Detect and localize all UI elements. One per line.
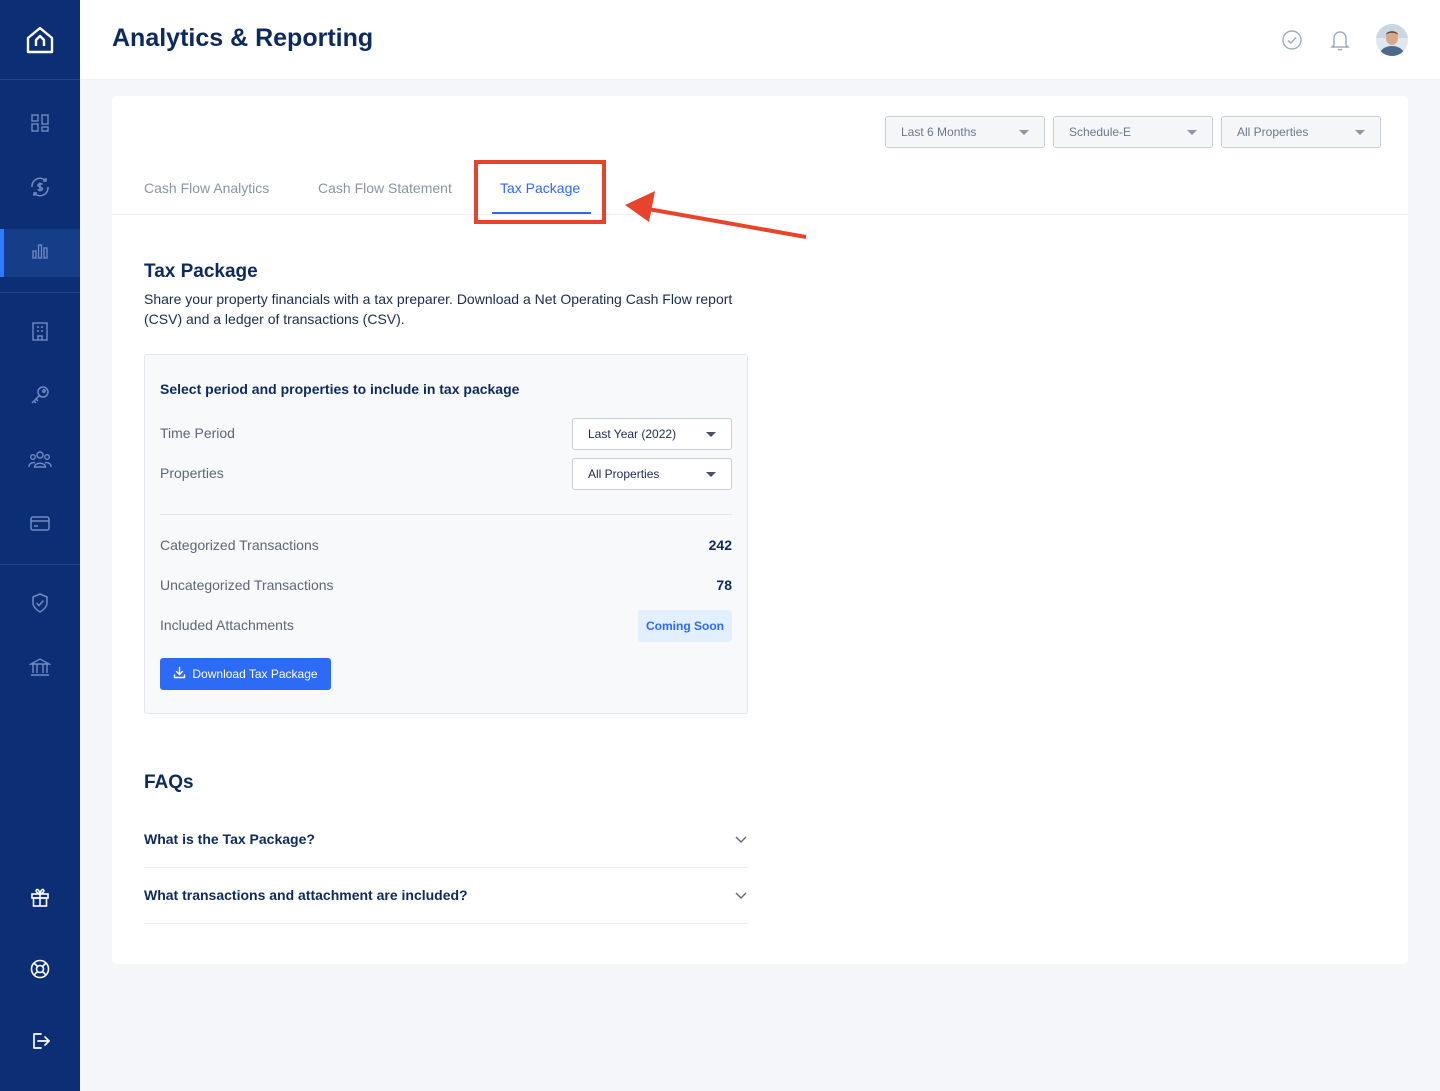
- sidebar: [0, 0, 80, 1091]
- page-title: Analytics & Reporting: [112, 24, 374, 52]
- chevron-down-icon: [734, 888, 748, 907]
- time-period-select[interactable]: Last Year (2022): [572, 418, 732, 450]
- home-logo-icon[interactable]: [0, 0, 80, 80]
- caret-down-icon: [1187, 129, 1197, 135]
- uncategorized-transactions-count: 78: [716, 577, 732, 593]
- panel-title: Select period and properties to include …: [160, 381, 520, 397]
- sidebar-item-banking[interactable]: [0, 645, 80, 693]
- tab-cash-flow-analytics[interactable]: Cash Flow Analytics: [144, 180, 269, 196]
- panel-divider: [160, 514, 732, 515]
- download-button-label: Download Tax Package: [192, 667, 318, 681]
- categorized-transactions-count: 242: [708, 537, 732, 553]
- analytics-icon: [31, 242, 49, 265]
- annotation-highlight-box: [474, 160, 606, 224]
- tasks-check-icon[interactable]: [1280, 28, 1304, 52]
- properties-label: Properties: [160, 465, 224, 481]
- credit-card-icon: [29, 514, 51, 537]
- download-icon: [173, 666, 186, 682]
- faq-item[interactable]: What is the Tax Package?: [144, 812, 748, 868]
- download-tax-package-button[interactable]: Download Tax Package: [160, 658, 331, 690]
- faq-title: FAQs: [144, 772, 194, 793]
- sidebar-item-tenants[interactable]: [0, 437, 80, 485]
- logout-icon: [29, 1030, 51, 1057]
- faq-question: What transactions and attachment are inc…: [144, 887, 468, 903]
- caret-down-icon: [1019, 129, 1029, 135]
- dashboard-icon: [31, 113, 49, 137]
- help-icon: [29, 958, 51, 985]
- sidebar-item-leasing[interactable]: [0, 373, 80, 421]
- properties-filter-value: All Properties: [1237, 125, 1309, 139]
- categorized-transactions-label: Categorized Transactions: [160, 537, 319, 553]
- annotation-arrow-icon: [625, 191, 807, 239]
- coming-soon-badge: Coming Soon: [638, 610, 732, 642]
- sidebar-item-logout[interactable]: [0, 1019, 80, 1067]
- sidebar-item-help[interactable]: [0, 947, 80, 995]
- sidebar-item-properties[interactable]: [0, 309, 80, 357]
- sidebar-item-insurance[interactable]: [0, 581, 80, 629]
- notification-bell-icon[interactable]: [1328, 28, 1352, 52]
- bank-icon: [28, 656, 52, 683]
- faq-question: What is the Tax Package?: [144, 831, 315, 847]
- sidebar-divider: [0, 292, 80, 293]
- key-icon: [29, 384, 51, 411]
- period-filter-value: Last 6 Months: [901, 125, 977, 139]
- sidebar-item-cash-flow[interactable]: [0, 165, 80, 213]
- sidebar-item-referrals[interactable]: [0, 875, 80, 923]
- section-title: Tax Package: [144, 261, 258, 282]
- tab-cash-flow-statement[interactable]: Cash Flow Statement: [318, 180, 452, 196]
- properties-value: All Properties: [588, 467, 660, 481]
- properties-filter-select[interactable]: All Properties: [1221, 116, 1381, 148]
- schedule-filter-value: Schedule-E: [1069, 125, 1132, 139]
- section-description: Share your property financials with a ta…: [144, 291, 733, 327]
- user-avatar[interactable]: [1376, 24, 1408, 56]
- time-period-label: Time Period: [160, 425, 235, 441]
- caret-down-icon: [706, 471, 716, 477]
- period-filter-select[interactable]: Last 6 Months: [885, 116, 1045, 148]
- sidebar-divider: [0, 564, 80, 565]
- gift-icon: [29, 886, 51, 913]
- time-period-value: Last Year (2022): [588, 427, 677, 441]
- chevron-down-icon: [734, 832, 748, 851]
- tax-package-panel: Select period and properties to include …: [144, 354, 748, 714]
- caret-down-icon: [706, 431, 716, 437]
- shield-icon: [30, 592, 50, 619]
- sidebar-item-payments[interactable]: [0, 501, 80, 549]
- top-header: Analytics & Reporting: [80, 0, 1440, 80]
- sidebar-item-dashboard[interactable]: [0, 101, 80, 149]
- faq-item[interactable]: What transactions and attachment are inc…: [144, 868, 748, 924]
- cash-flow-icon: [29, 176, 51, 203]
- content-card: Last 6 Months Schedule-E All Properties …: [112, 96, 1408, 964]
- sidebar-item-analytics[interactable]: [0, 229, 80, 277]
- building-icon: [30, 321, 50, 346]
- schedule-filter-select[interactable]: Schedule-E: [1053, 116, 1213, 148]
- uncategorized-transactions-label: Uncategorized Transactions: [160, 577, 334, 593]
- caret-down-icon: [1355, 129, 1365, 135]
- properties-select[interactable]: All Properties: [572, 458, 732, 490]
- people-icon: [28, 449, 52, 474]
- included-attachments-label: Included Attachments: [160, 617, 294, 633]
